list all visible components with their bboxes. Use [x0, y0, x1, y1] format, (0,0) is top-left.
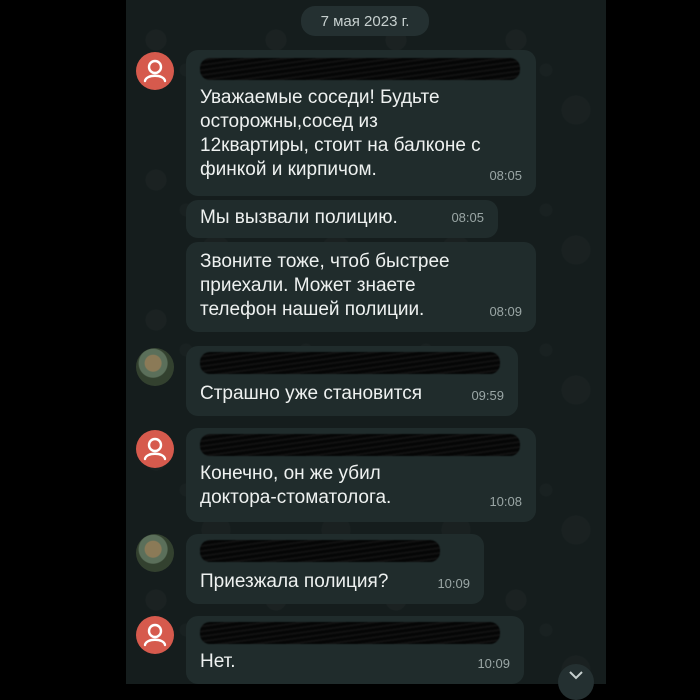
message-bubble[interactable]: Приезжала полиция? 10:09 [186, 534, 484, 604]
message-text: Страшно уже становится [200, 383, 423, 404]
message-time: 09:59 [471, 388, 504, 403]
sender-avatar[interactable] [136, 430, 174, 468]
sender-avatar[interactable] [136, 52, 174, 90]
sender-avatar-photo[interactable] [136, 534, 174, 572]
redacted-sender-name [200, 434, 520, 456]
sender-avatar-photo[interactable] [136, 348, 174, 386]
message-bubble[interactable]: Уважаемые соседи! Будьте осторожны,сосед… [186, 50, 536, 196]
message-text: Конечно, он же убил доктора-стоматолога. [200, 463, 392, 508]
person-icon [143, 623, 167, 647]
date-separator: 7 мая 2023 г. [301, 6, 429, 36]
sender-avatar[interactable] [136, 616, 174, 654]
message-bubble[interactable]: Мы вызвали полицию. 08:05 [186, 200, 498, 238]
message-time: 10:08 [489, 494, 522, 509]
message-text: Уважаемые соседи! Будьте осторожны,сосед… [200, 87, 481, 180]
chevron-down-icon [569, 671, 583, 680]
message-time: 10:09 [437, 576, 470, 591]
message-text: Нет. [200, 651, 236, 672]
message-time: 08:09 [489, 304, 522, 319]
chat-area[interactable]: 7 мая 2023 г. Уважаемые соседи! Будьте о… [126, 0, 606, 684]
message-bubble[interactable]: Нет. 10:09 [186, 616, 524, 684]
scroll-down-button[interactable] [558, 664, 594, 700]
message-bubble[interactable]: Звоните тоже, чтоб быстрее приехали. Мож… [186, 242, 536, 332]
redacted-sender-name [200, 352, 500, 374]
redacted-sender-name [200, 622, 500, 644]
message-bubble[interactable]: Конечно, он же убил доктора-стоматолога.… [186, 428, 536, 522]
message-text: Звоните тоже, чтоб быстрее приехали. Мож… [200, 251, 450, 320]
message-time: 10:09 [477, 656, 510, 671]
redacted-sender-name [200, 540, 440, 562]
message-bubble[interactable]: Страшно уже становится 09:59 [186, 346, 518, 416]
person-icon [143, 59, 167, 83]
message-time: 08:05 [489, 168, 522, 183]
redacted-sender-name [200, 58, 520, 80]
person-icon [143, 437, 167, 461]
message-time: 08:05 [451, 210, 484, 225]
message-text: Приезжала полиция? [200, 571, 389, 592]
message-text: Мы вызвали полицию. [200, 207, 398, 228]
